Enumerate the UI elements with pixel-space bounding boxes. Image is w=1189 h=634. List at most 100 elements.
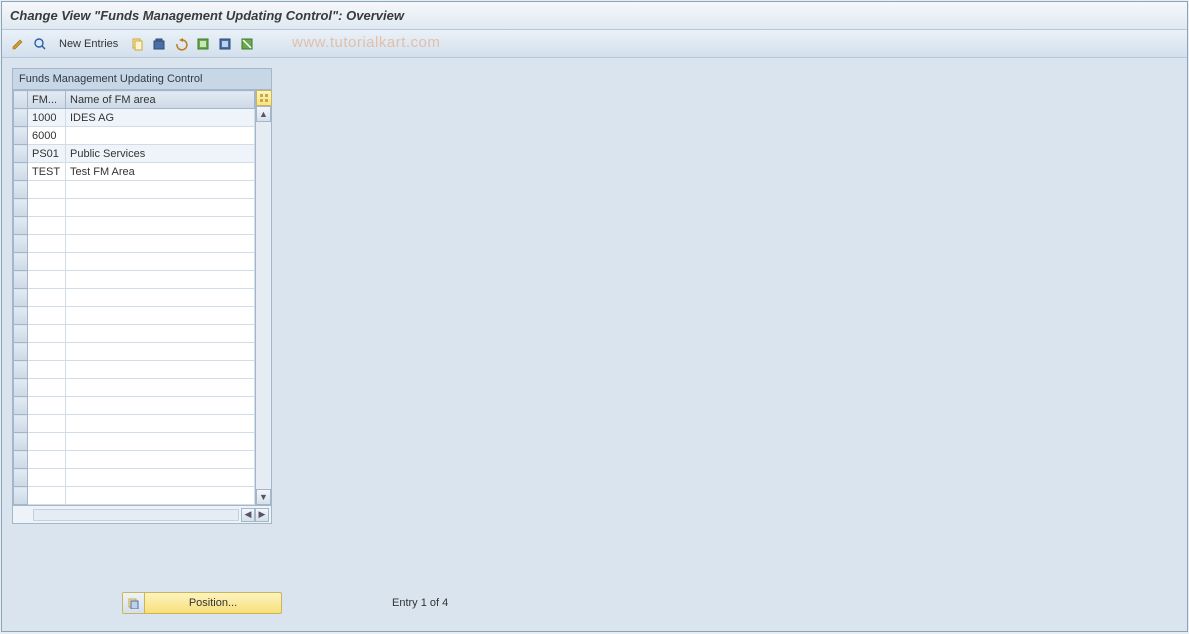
table-row: 1000IDES AG (14, 109, 255, 127)
cell-name[interactable] (66, 325, 255, 343)
cell-name[interactable] (66, 199, 255, 217)
cell-name[interactable] (66, 181, 255, 199)
scroll-left-icon[interactable]: ◀ (241, 508, 255, 522)
cell-fm[interactable]: PS01 (28, 145, 66, 163)
undo-change-icon[interactable] (171, 34, 191, 54)
cell-fm[interactable] (28, 487, 66, 505)
cell-name[interactable]: Public Services (66, 145, 255, 163)
scroll-up-icon[interactable]: ▲ (256, 106, 271, 122)
delete-icon[interactable] (149, 34, 169, 54)
cell-fm[interactable] (28, 253, 66, 271)
application-toolbar: New Entries www.tutorialkart.com (2, 30, 1187, 58)
cell-fm[interactable] (28, 379, 66, 397)
select-block-icon[interactable] (215, 34, 235, 54)
column-header-name[interactable]: Name of FM area (66, 91, 255, 109)
row-selector[interactable] (14, 127, 28, 145)
row-selector[interactable] (14, 289, 28, 307)
cell-fm[interactable] (28, 361, 66, 379)
cell-name[interactable] (66, 253, 255, 271)
deselect-all-icon[interactable] (237, 34, 257, 54)
position-button[interactable]: Position... (122, 592, 282, 614)
cell-fm[interactable] (28, 235, 66, 253)
cell-fm[interactable] (28, 217, 66, 235)
cell-fm[interactable] (28, 289, 66, 307)
row-selector[interactable] (14, 487, 28, 505)
scroll-down-icon[interactable]: ▼ (256, 489, 271, 505)
new-entries-button[interactable]: New Entries (52, 34, 125, 54)
row-selector[interactable] (14, 451, 28, 469)
select-all-header[interactable] (14, 91, 28, 109)
cell-name[interactable] (66, 379, 255, 397)
cell-name[interactable] (66, 433, 255, 451)
table-row (14, 253, 255, 271)
cell-name[interactable] (66, 235, 255, 253)
copy-as-icon[interactable] (127, 34, 147, 54)
table-row: 6000 (14, 127, 255, 145)
footer-row: Position... Entry 1 of 4 (122, 592, 448, 614)
column-header-fm[interactable]: FM... (28, 91, 66, 109)
table-row (14, 361, 255, 379)
cell-name[interactable] (66, 451, 255, 469)
cell-fm[interactable] (28, 451, 66, 469)
cell-name[interactable] (66, 487, 255, 505)
details-icon[interactable] (30, 34, 50, 54)
cell-name[interactable] (66, 217, 255, 235)
row-selector[interactable] (14, 325, 28, 343)
cell-fm[interactable] (28, 181, 66, 199)
row-selector[interactable] (14, 415, 28, 433)
cell-name[interactable] (66, 343, 255, 361)
row-selector[interactable] (14, 217, 28, 235)
panel-title: Funds Management Updating Control (13, 69, 271, 90)
vertical-scrollbar: ▲ ▼ (255, 90, 271, 505)
row-selector[interactable] (14, 271, 28, 289)
table-settings-icon[interactable] (256, 90, 272, 106)
cell-fm[interactable] (28, 415, 66, 433)
fm-table: FM... Name of FM area 1000IDES AG6000PS0… (13, 90, 255, 505)
cell-name[interactable] (66, 415, 255, 433)
cell-fm[interactable]: TEST (28, 163, 66, 181)
row-selector[interactable] (14, 469, 28, 487)
entry-counter: Entry 1 of 4 (392, 597, 448, 609)
cell-fm[interactable] (28, 271, 66, 289)
cell-fm[interactable]: 6000 (28, 127, 66, 145)
cell-name[interactable] (66, 127, 255, 145)
cell-name[interactable] (66, 397, 255, 415)
row-selector[interactable] (14, 253, 28, 271)
cell-fm[interactable] (28, 325, 66, 343)
cell-name[interactable] (66, 361, 255, 379)
cell-name[interactable] (66, 469, 255, 487)
cell-fm[interactable] (28, 433, 66, 451)
cell-fm[interactable]: 1000 (28, 109, 66, 127)
cell-fm[interactable] (28, 397, 66, 415)
cell-name[interactable]: IDES AG (66, 109, 255, 127)
hscroll-track[interactable] (33, 509, 239, 521)
row-selector[interactable] (14, 433, 28, 451)
cell-name[interactable] (66, 271, 255, 289)
row-selector[interactable] (14, 343, 28, 361)
row-selector[interactable] (14, 397, 28, 415)
table-row (14, 325, 255, 343)
cell-name[interactable] (66, 307, 255, 325)
row-selector[interactable] (14, 379, 28, 397)
row-selector[interactable] (14, 145, 28, 163)
row-selector[interactable] (14, 361, 28, 379)
cell-fm[interactable] (28, 343, 66, 361)
cell-fm[interactable] (28, 469, 66, 487)
row-selector[interactable] (14, 109, 28, 127)
row-selector[interactable] (14, 199, 28, 217)
select-all-icon[interactable] (193, 34, 213, 54)
cell-name[interactable] (66, 289, 255, 307)
row-selector[interactable] (14, 181, 28, 199)
table-row (14, 271, 255, 289)
toggle-display-change-icon[interactable] (8, 34, 28, 54)
cell-fm[interactable] (28, 199, 66, 217)
row-selector[interactable] (14, 163, 28, 181)
cell-fm[interactable] (28, 307, 66, 325)
work-area: Funds Management Updating Control FM... … (2, 58, 1187, 534)
position-label: Position... (145, 597, 281, 609)
scroll-right-icon[interactable]: ▶ (255, 508, 269, 522)
scroll-track[interactable] (256, 122, 271, 489)
row-selector[interactable] (14, 307, 28, 325)
cell-name[interactable]: Test FM Area (66, 163, 255, 181)
row-selector[interactable] (14, 235, 28, 253)
